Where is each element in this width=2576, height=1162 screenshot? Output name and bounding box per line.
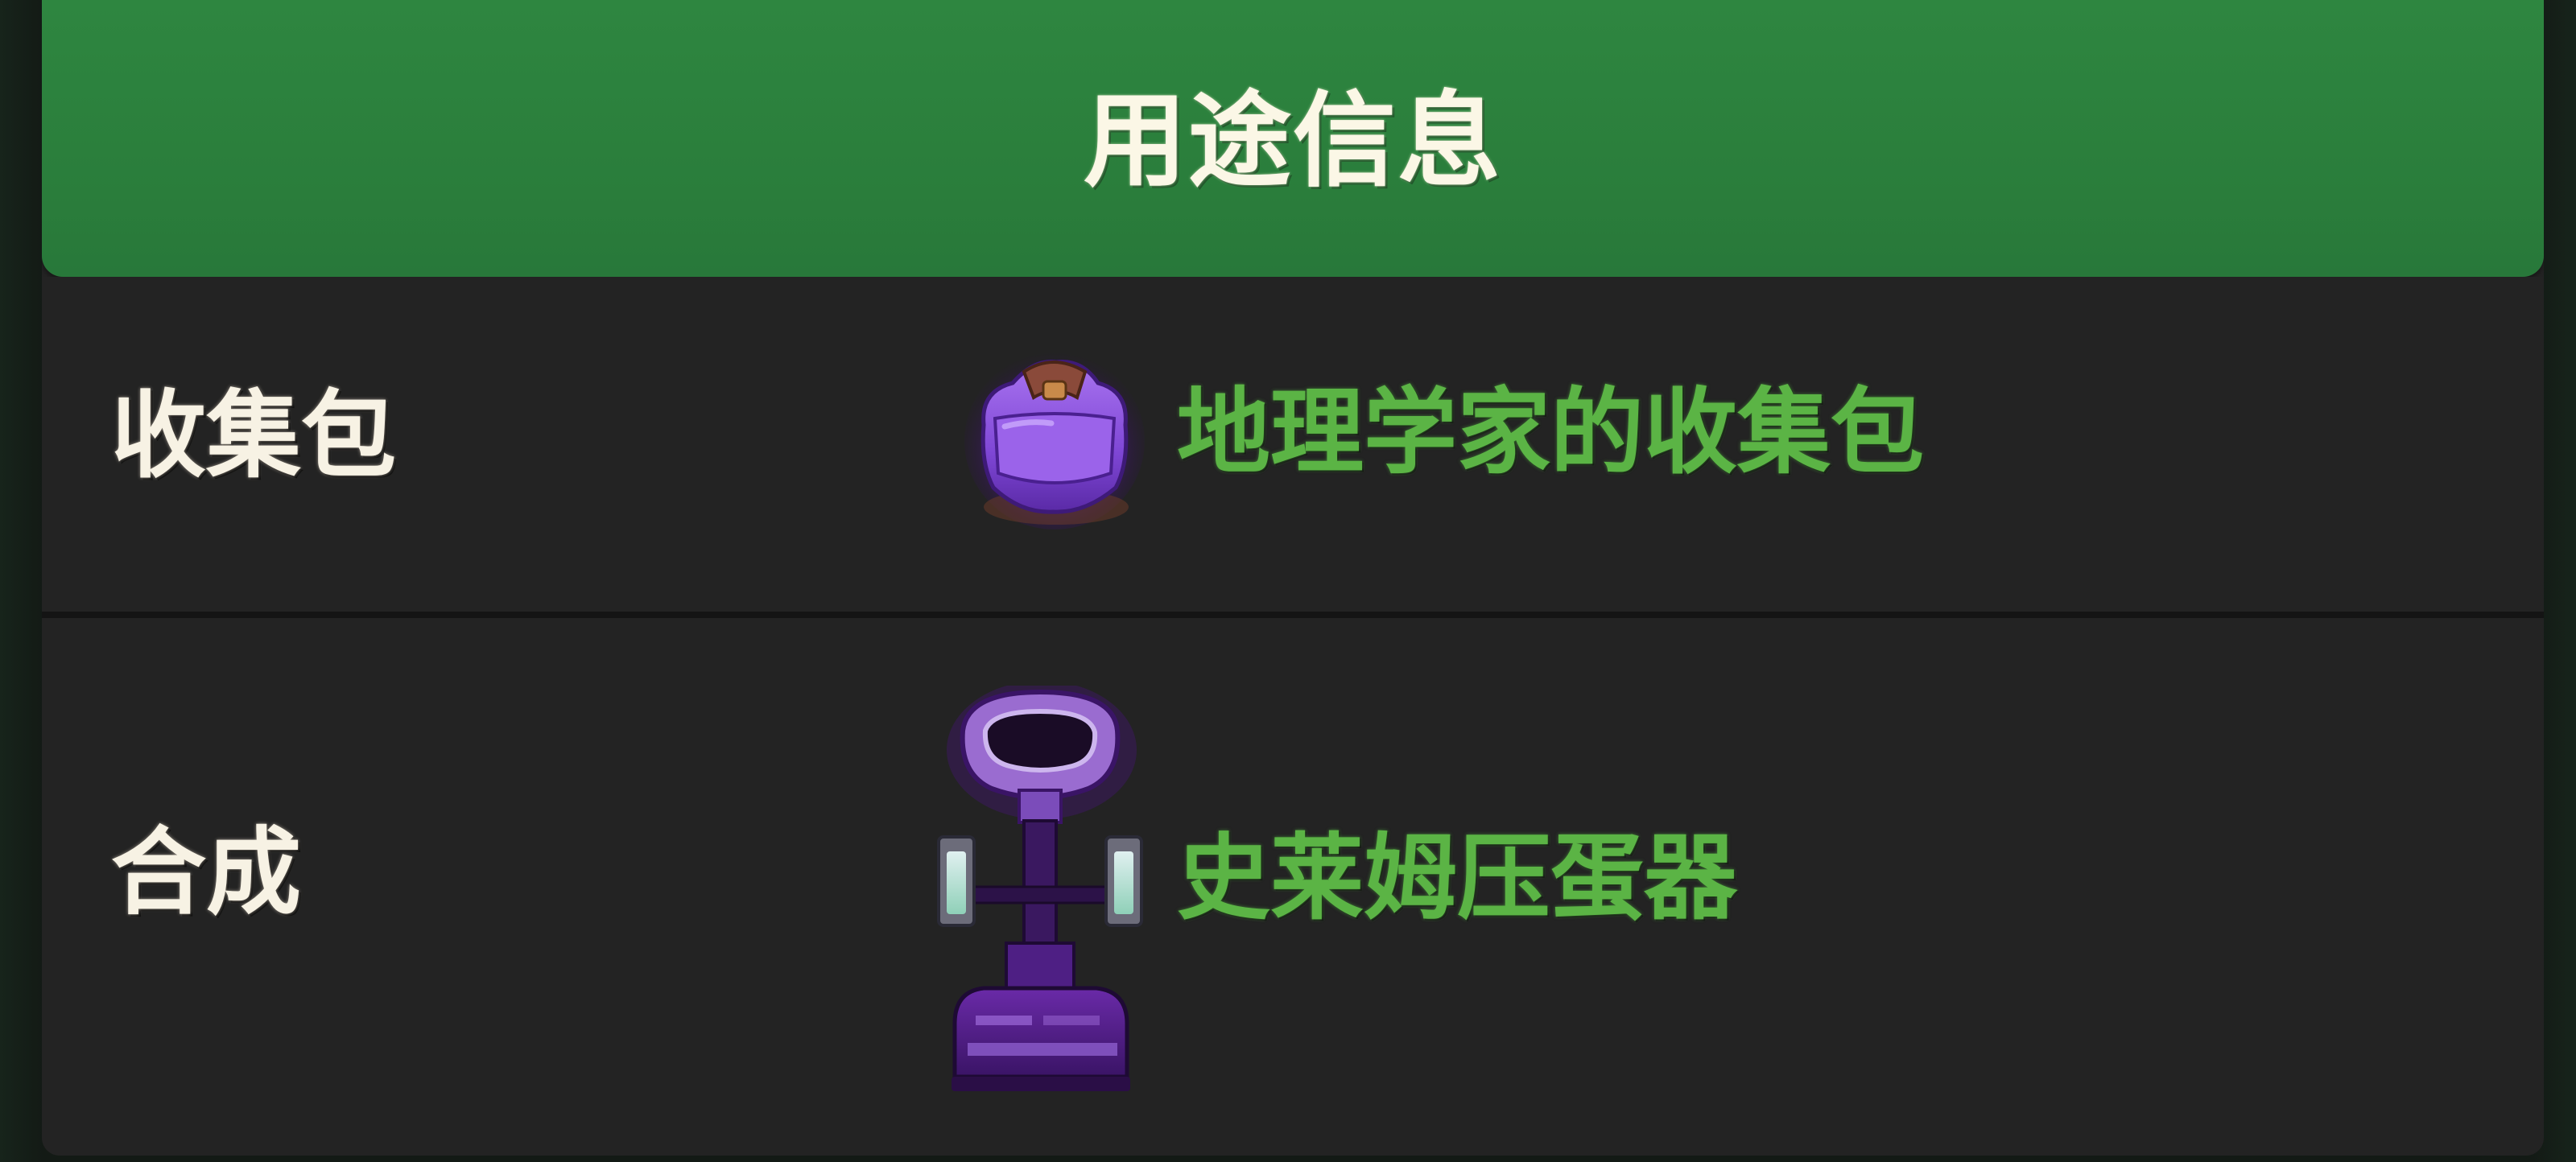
item-link-geologist-collection-bag[interactable]: 地理学家的收集包 — [1177, 386, 1924, 480]
usage-row-crafting: 合成 史莱姆压蛋器 — [42, 618, 2544, 1156]
page: 用途信息 收集包 地理学家的收集包 合成 史莱姆压蛋器 — [0, 0, 2576, 1162]
slime-egg-press-machine-icon[interactable] — [935, 681, 1145, 1096]
purple-collection-bag-icon[interactable] — [956, 335, 1150, 536]
panel-title: 用途信息 — [1083, 80, 1502, 201]
panel-header: 用途信息 — [42, 0, 2544, 277]
usage-row-collection-bag: 收集包 地理学家的收集包 — [42, 277, 2544, 613]
item-link-slime-egg-press[interactable]: 史莱姆压蛋器 — [1177, 832, 1737, 925]
row-label-crafting: 合成 — [111, 817, 302, 928]
row-divider — [42, 612, 2544, 618]
row-label-collection-bag: 收集包 — [111, 380, 397, 491]
usage-info-panel: 用途信息 收集包 地理学家的收集包 合成 史莱姆压蛋器 — [42, 0, 2544, 1156]
